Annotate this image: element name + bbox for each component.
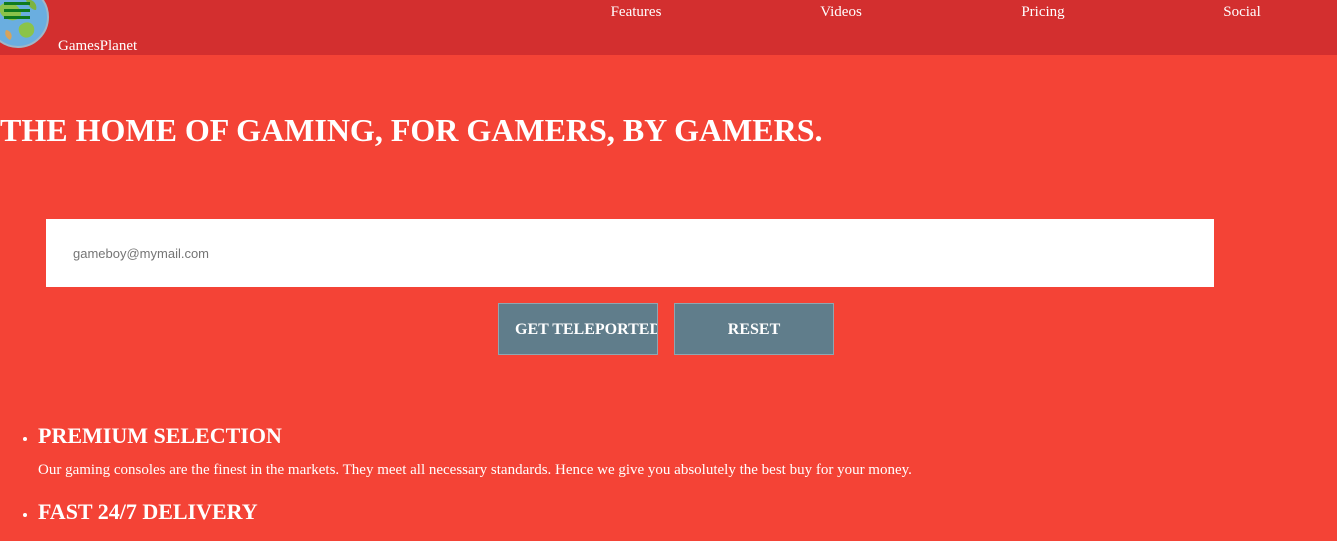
email-input[interactable] <box>46 219 1214 287</box>
nav-link-social[interactable]: Social <box>1223 3 1261 21</box>
hero-headline: THE HOME OF GAMING, FOR GAMERS, BY GAMER… <box>0 112 823 148</box>
feature-item-fast-delivery: FAST 24/7 DELIVERY <box>38 494 912 530</box>
feature-item-premium-selection: PREMIUM SELECTION Our gaming consoles ar… <box>38 418 912 480</box>
feature-title: PREMIUM SELECTION <box>38 423 282 448</box>
nav-link-pricing[interactable]: Pricing <box>1021 3 1064 21</box>
nav-link-features[interactable]: Features <box>611 3 662 21</box>
feature-description: Our gaming consoles are the finest in th… <box>38 462 912 478</box>
features-list: PREMIUM SELECTION Our gaming consoles ar… <box>0 418 912 530</box>
brand-name: GamesPlanet <box>58 38 138 54</box>
reset-button[interactable]: RESET <box>674 303 834 355</box>
hamburger-menu-icon[interactable] <box>4 1 30 21</box>
feature-title: FAST 24/7 DELIVERY <box>38 499 258 524</box>
top-navbar: GamesPlanet Features Videos Pricing Soci… <box>0 0 1337 55</box>
nav-link-videos[interactable]: Videos <box>820 3 862 21</box>
get-teleported-button[interactable]: GET TELEPORTED <box>498 303 658 355</box>
